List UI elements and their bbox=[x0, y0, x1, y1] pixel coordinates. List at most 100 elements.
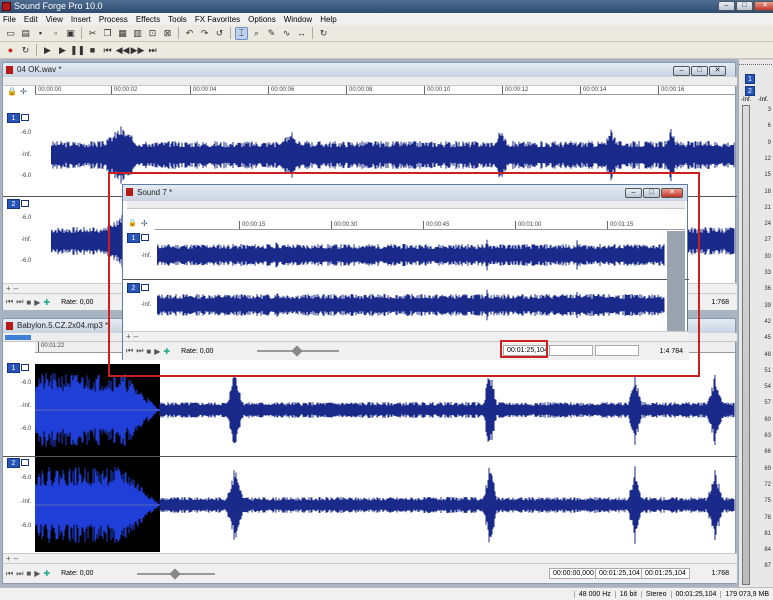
menu-insert[interactable]: Insert bbox=[71, 15, 91, 24]
stop-icon[interactable]: ■ bbox=[86, 44, 99, 57]
db-label: -6.0 bbox=[21, 523, 32, 529]
play-icon[interactable]: ▶ bbox=[56, 44, 69, 57]
marker-icon[interactable]: ✢ bbox=[20, 87, 27, 96]
meter-scale-label: 42 bbox=[764, 318, 771, 325]
repeat-icon[interactable]: ↺ bbox=[213, 27, 226, 40]
minimize-button[interactable]: – bbox=[718, 1, 735, 11]
new-icon[interactable]: ▭ bbox=[4, 27, 17, 40]
pencil-tool-icon[interactable]: ✎ bbox=[265, 27, 278, 40]
toolbar-separator bbox=[312, 27, 313, 39]
record-icon[interactable]: ● bbox=[4, 44, 17, 57]
selection-length[interactable]: 00:01:25,104 bbox=[641, 568, 690, 579]
ruler-tick: 00:00:14 bbox=[580, 86, 606, 94]
forward-icon[interactable]: ▶▶ bbox=[131, 44, 145, 57]
minimize-button[interactable]: – bbox=[673, 66, 690, 76]
selection-start[interactable]: 00:00:00,000 bbox=[549, 568, 598, 579]
maximize-button[interactable]: □ bbox=[736, 1, 753, 11]
loop-playback-icon[interactable]: ↻ bbox=[19, 44, 32, 57]
envelope-tool-icon[interactable]: ∿ bbox=[280, 27, 293, 40]
zoom-ratio[interactable]: 1:768 bbox=[711, 570, 729, 577]
play-all-icon[interactable]: ✚ bbox=[43, 569, 50, 578]
rate-slider[interactable] bbox=[137, 568, 215, 580]
go-to-start-icon[interactable]: ⏮ bbox=[101, 44, 114, 57]
play-all-icon[interactable]: ✚ bbox=[43, 298, 50, 307]
pause-icon[interactable]: ❚❚ bbox=[70, 44, 85, 57]
channel-2-label[interactable]: 2 bbox=[7, 458, 20, 468]
go-to-end-icon[interactable]: ⏭ bbox=[146, 44, 159, 57]
meter-scale-label: 21 bbox=[764, 204, 771, 211]
zoom-ratio[interactable]: 1:768 bbox=[711, 299, 729, 306]
redo-icon[interactable]: ↷ bbox=[198, 27, 211, 40]
toolbar-separator bbox=[81, 27, 82, 39]
magnify-tool-icon[interactable]: ⌕ bbox=[250, 27, 263, 40]
db-label: -Inf. bbox=[21, 499, 32, 505]
menu-window[interactable]: Window bbox=[284, 15, 312, 24]
maximize-button[interactable]: □ bbox=[691, 66, 708, 76]
properties-icon[interactable]: ▣ bbox=[64, 27, 77, 40]
go-to-start-icon[interactable]: ⏮ bbox=[6, 297, 13, 307]
menu-tools[interactable]: Tools bbox=[168, 15, 187, 24]
meter-peak-label[interactable]: -Inf. bbox=[741, 97, 751, 103]
edit-tool-icon[interactable]: ⌶ bbox=[235, 26, 248, 40]
meter-peak-label[interactable]: -Inf. bbox=[758, 97, 768, 103]
menu-fx-favorites[interactable]: FX Favorites bbox=[195, 15, 240, 24]
channel-1-minimize[interactable] bbox=[21, 364, 29, 371]
close-button[interactable]: ✕ bbox=[709, 66, 726, 76]
menu-file[interactable]: File bbox=[3, 15, 16, 24]
horizontal-scrollbar[interactable]: + – bbox=[3, 553, 737, 563]
crop-icon[interactable]: ⊡ bbox=[146, 27, 159, 40]
zoom-out-icon[interactable]: – bbox=[14, 284, 18, 293]
status-bit-depth: 16 bit bbox=[614, 590, 641, 598]
channel-2-label[interactable]: 2 bbox=[7, 199, 20, 209]
meter-scale-label: 3 bbox=[767, 107, 771, 113]
app-title-bar: Sound Forge Pro 10.0 bbox=[0, 0, 773, 13]
go-to-end-icon[interactable]: ⏭ bbox=[16, 569, 23, 579]
menu-process[interactable]: Process bbox=[99, 15, 128, 24]
mix-icon[interactable]: ▥ bbox=[131, 27, 144, 40]
stop-icon[interactable]: ■ bbox=[26, 569, 31, 578]
lock-icon[interactable]: 🔒 bbox=[7, 87, 17, 96]
open-icon[interactable]: ▤ bbox=[19, 27, 32, 40]
play-icon[interactable]: ▶ bbox=[34, 298, 40, 307]
cut-icon[interactable]: ✂ bbox=[86, 27, 99, 40]
rate-slider-thumb[interactable] bbox=[169, 568, 181, 580]
time-ruler[interactable]: 00:00:00 00:00:02 00:00:04 00:00:06 00:0… bbox=[35, 86, 735, 95]
trim-icon[interactable]: ⊠ bbox=[161, 27, 174, 40]
channel-1-label[interactable]: 1 bbox=[7, 363, 20, 373]
copy-icon[interactable]: ❐ bbox=[101, 27, 114, 40]
overview-selection[interactable] bbox=[5, 335, 31, 340]
zoom-in-icon[interactable]: + bbox=[6, 554, 11, 563]
waveform-channel-1[interactable] bbox=[35, 365, 735, 455]
overview-bar[interactable] bbox=[3, 77, 737, 86]
transport-toolbar: ● ↻ ▶ ▶ ❚❚ ■ ⏮ ◀◀ ▶▶ ⏭ bbox=[0, 42, 773, 59]
menu-help[interactable]: Help bbox=[320, 15, 336, 24]
channel-2-minimize[interactable] bbox=[21, 459, 29, 466]
menu-view[interactable]: View bbox=[46, 15, 63, 24]
menu-edit[interactable]: Edit bbox=[24, 15, 38, 24]
waveform-channel-2[interactable] bbox=[35, 459, 735, 551]
paste-icon[interactable]: ▦ bbox=[116, 27, 129, 40]
close-button[interactable]: ✕ bbox=[754, 1, 773, 11]
event-tool-icon[interactable]: ↔ bbox=[295, 27, 308, 40]
menu-effects[interactable]: Effects bbox=[136, 15, 160, 24]
stop-icon[interactable]: ■ bbox=[26, 298, 31, 307]
channel-1-label[interactable]: 1 bbox=[7, 113, 20, 123]
save-icon[interactable]: ▪ bbox=[34, 27, 47, 40]
rewind-icon[interactable]: ◀◀ bbox=[116, 44, 130, 57]
zoom-in-icon[interactable]: + bbox=[6, 284, 11, 293]
go-to-start-icon[interactable]: ⏮ bbox=[6, 569, 13, 579]
channel-2-minimize[interactable] bbox=[21, 200, 29, 207]
channel-1-minimize[interactable] bbox=[21, 114, 29, 121]
selection-end[interactable]: 00:01:25,104 bbox=[595, 568, 644, 579]
zoom-out-icon[interactable]: – bbox=[14, 554, 18, 563]
loop-icon[interactable]: ↻ bbox=[317, 27, 330, 40]
meter-bar-left bbox=[742, 105, 750, 585]
save-all-icon[interactable]: ▫ bbox=[49, 27, 62, 40]
undo-icon[interactable]: ↶ bbox=[183, 27, 196, 40]
meter-scale-label: 87 bbox=[764, 563, 771, 570]
meter-grip[interactable] bbox=[739, 64, 773, 65]
menu-options[interactable]: Options bbox=[248, 15, 276, 24]
play-all-icon[interactable]: ▶ bbox=[41, 44, 54, 57]
play-icon[interactable]: ▶ bbox=[34, 569, 40, 578]
go-to-end-icon[interactable]: ⏭ bbox=[16, 297, 23, 307]
